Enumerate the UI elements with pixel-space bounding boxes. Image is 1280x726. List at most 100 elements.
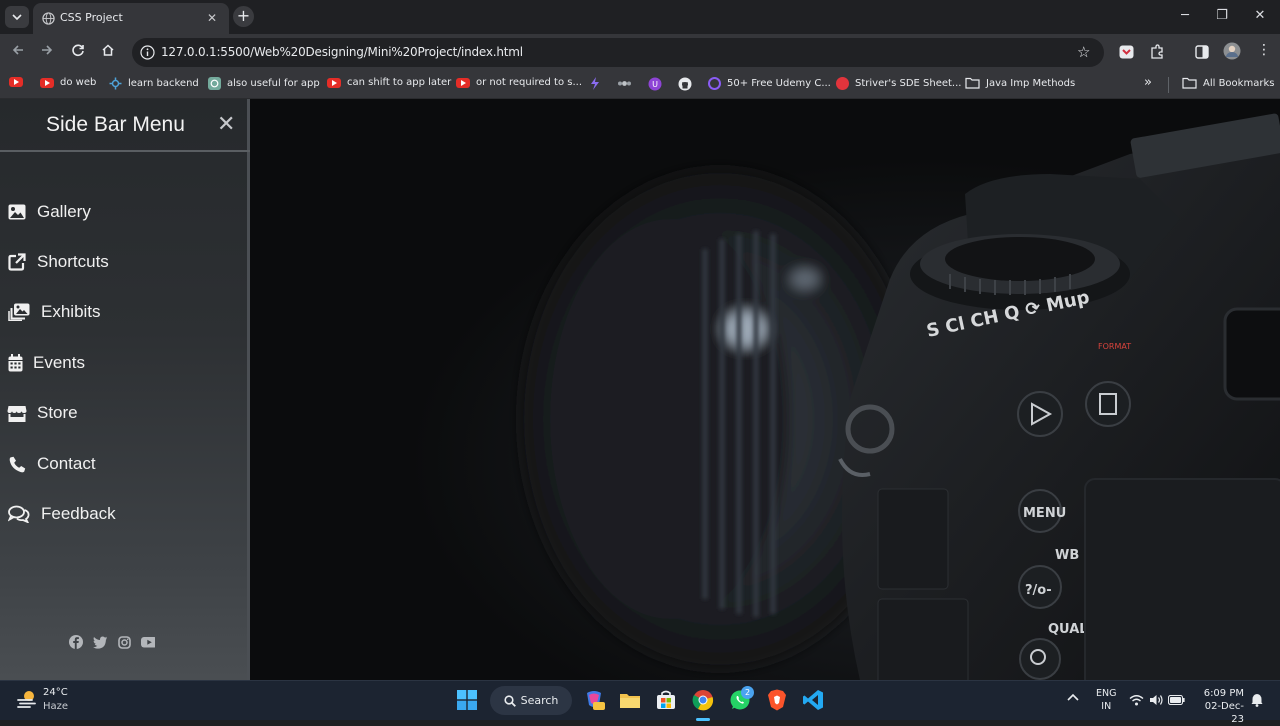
camera-background-image: S Cl CH Q ⟳ Mup FORMAT MENU WB ?/o- QUAL: [520, 113, 1280, 680]
extensions-icon[interactable]: [1149, 44, 1165, 60]
volume-icon[interactable]: [1149, 694, 1163, 706]
sidebar-item-shortcuts[interactable]: Shortcuts: [7, 252, 109, 272]
home-icon[interactable]: [101, 43, 115, 57]
tab-strip: CSS Project ✕ + ─ ❐ ✕: [0, 0, 1280, 34]
windows-start-icon[interactable]: [457, 690, 477, 710]
page-viewport: S Cl CH Q ⟳ Mup FORMAT MENU WB ?/o- QUAL…: [0, 99, 1280, 680]
sidebar-header: Side Bar Menu ✕: [0, 99, 250, 152]
bookmark-shield-icon[interactable]: U: [648, 77, 662, 91]
bookmark-item[interactable]: 50+ Free Udemy C...: [708, 77, 831, 90]
tab-close-icon[interactable]: ✕: [207, 11, 217, 25]
window-close-icon[interactable]: ✕: [1250, 8, 1270, 23]
pocket-icon[interactable]: [1119, 45, 1134, 60]
chrome-icon[interactable]: [692, 689, 714, 711]
notification-bell-icon[interactable]: [1251, 693, 1263, 707]
whatsapp-notification-badge: 2: [741, 686, 754, 699]
all-bookmarks-folder[interactable]: All Bookmarks: [1182, 77, 1274, 89]
search-icon: [503, 694, 516, 707]
gear-icon: [109, 77, 122, 90]
tab-search-button[interactable]: [5, 6, 29, 28]
file-explorer-icon[interactable]: [619, 689, 641, 711]
taskbar-search-button[interactable]: Search: [490, 686, 572, 715]
input-language-indicator[interactable]: ENG IN: [1096, 687, 1116, 713]
new-tab-button[interactable]: +: [233, 6, 254, 27]
microsoft-store-icon[interactable]: [655, 689, 677, 711]
format-label: FORMAT: [1098, 342, 1131, 351]
battery-icon[interactable]: [1168, 695, 1185, 705]
weather-haze-icon[interactable]: [16, 689, 38, 709]
profile-avatar[interactable]: [1223, 42, 1241, 60]
phone-icon: [7, 454, 27, 474]
calendar-icon: [7, 353, 23, 373]
chevron-double-right-icon[interactable]: »: [1144, 75, 1152, 90]
address-bar[interactable]: 127.0.0.1:5500/Web%20Designing/Mini%20Pr…: [132, 38, 1104, 67]
comments-icon: [7, 504, 31, 524]
bookmarks-divider: [1168, 77, 1169, 93]
instagram-icon[interactable]: [117, 635, 131, 649]
external-link-icon: [7, 252, 27, 272]
bookmark-item[interactable]: or not required to s...: [456, 77, 582, 88]
svg-text:U: U: [652, 80, 658, 89]
weather-temperature: 24°C: [43, 687, 68, 698]
system-clock[interactable]: 6:09 PM 02-Dec-23: [1196, 687, 1244, 726]
bookmark-dots-icon[interactable]: [617, 77, 632, 90]
browser-toolbar: 127.0.0.1:5500/Web%20Designing/Mini%20Pr…: [0, 34, 1280, 71]
youtube-icon: [456, 77, 470, 88]
sidebar-item-feedback[interactable]: Feedback: [7, 504, 116, 524]
copilot-icon[interactable]: [583, 689, 605, 711]
twitter-icon[interactable]: [93, 635, 107, 649]
back-icon[interactable]: [11, 43, 25, 57]
images-icon: [7, 302, 31, 322]
wifi-icon[interactable]: [1129, 694, 1144, 706]
bookmark-item[interactable]: do web: [40, 77, 96, 88]
folder-icon: [1182, 77, 1197, 89]
bookmark-item[interactable]: learn backend: [109, 77, 199, 90]
maximize-icon[interactable]: ❐: [1212, 8, 1232, 23]
bookmark-item[interactable]: can shift to app later: [327, 77, 451, 88]
minimize-icon[interactable]: ─: [1175, 8, 1195, 23]
close-icon[interactable]: ✕: [217, 112, 235, 137]
social-links: [69, 635, 155, 649]
youtube-icon: [327, 77, 341, 88]
image-icon: [7, 202, 27, 222]
bookmark-item[interactable]: Striver's SDE Sheet...: [836, 77, 961, 90]
udemy-icon: [708, 77, 721, 90]
side-panel-icon[interactable]: [1195, 45, 1209, 59]
vscode-icon[interactable]: [802, 689, 824, 711]
taskbar: 24°C Haze Search 2 ENG IN 6:09 PM 02-Dec…: [0, 680, 1280, 725]
brave-icon[interactable]: [766, 689, 788, 711]
weather-description: Haze: [43, 701, 69, 712]
sidebar-item-contact[interactable]: Contact: [7, 454, 96, 474]
bookmark-folder[interactable]: Java Imp Methods: [965, 77, 1075, 89]
site-info-icon[interactable]: [140, 45, 155, 60]
qual-label: QUAL: [1048, 622, 1088, 637]
sidebar-item-gallery[interactable]: Gallery: [7, 202, 91, 222]
striver-icon: [836, 77, 849, 90]
url-text: 127.0.0.1:5500/Web%20Designing/Mini%20Pr…: [161, 45, 523, 59]
bookmark-star-icon[interactable]: ☆: [1077, 43, 1090, 61]
facebook-icon[interactable]: [69, 635, 83, 649]
sidebar-item-exhibits[interactable]: Exhibits: [7, 302, 101, 322]
browser-tab[interactable]: CSS Project ✕: [33, 3, 229, 34]
youtube-icon[interactable]: [141, 635, 155, 649]
more-menu-icon[interactable]: ⋮: [1257, 42, 1271, 58]
bookmark-item[interactable]: also useful for app: [208, 77, 320, 90]
reload-icon[interactable]: [71, 43, 85, 57]
protect-key-label: ?/o-: [1025, 583, 1052, 598]
youtube-icon: [40, 77, 54, 88]
folder-icon: [965, 77, 980, 89]
chatgpt-icon: [208, 77, 221, 90]
forward-icon[interactable]: [40, 43, 54, 57]
menu-label: MENU: [1023, 506, 1066, 521]
github-icon[interactable]: [678, 77, 692, 91]
youtube-icon: [9, 77, 23, 87]
show-hidden-icons-chevron-icon[interactable]: [1067, 693, 1079, 701]
bookmark-item[interactable]: [9, 77, 29, 87]
sidebar-title: Side Bar Menu: [46, 113, 185, 136]
tab-title: CSS Project: [60, 11, 123, 24]
wb-label: WB: [1055, 548, 1079, 563]
sidebar-item-events[interactable]: Events: [7, 353, 85, 373]
globe-icon: [42, 12, 55, 25]
sidebar-item-store[interactable]: Store: [7, 403, 78, 423]
bookmark-gradient-icon[interactable]: [590, 77, 600, 90]
